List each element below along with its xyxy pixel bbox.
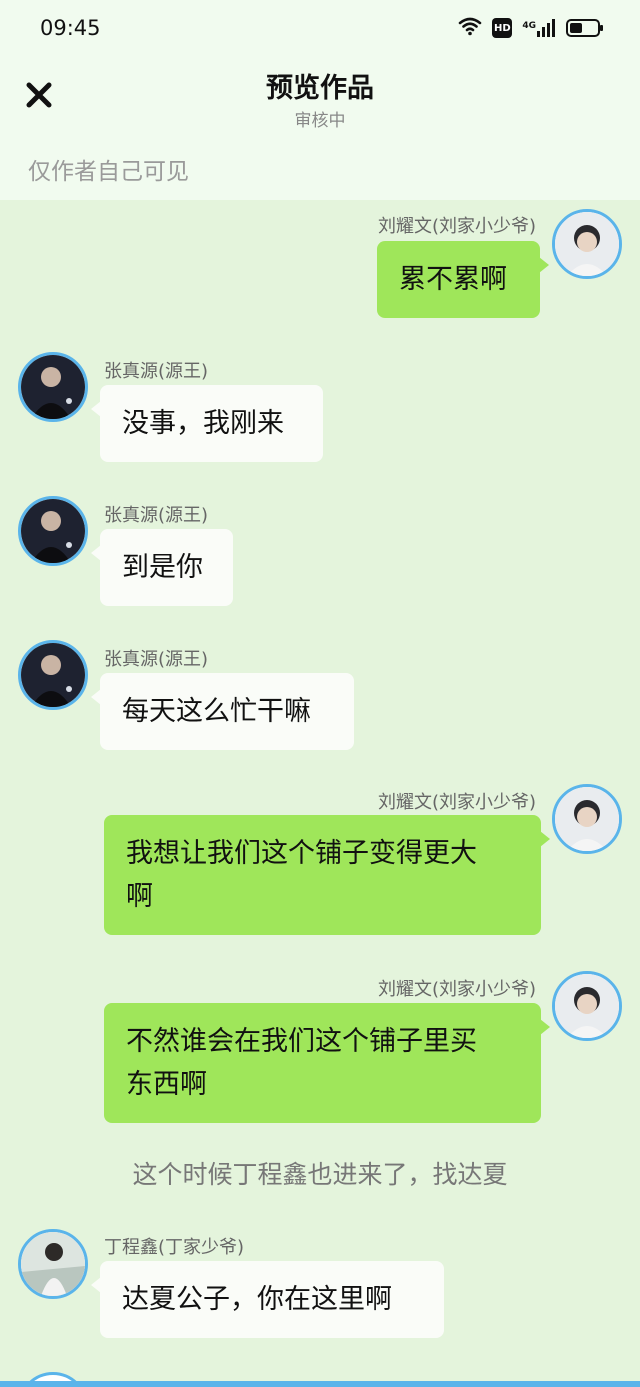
- speaker-name: 刘耀文(刘家小少爷): [377, 979, 536, 1000]
- avatar[interactable]: [18, 352, 88, 422]
- status-icons: HD 4G: [458, 16, 603, 40]
- wifi-icon: [458, 16, 482, 40]
- message-bubble: 达夏公子，你在这里啊: [91, 1261, 444, 1338]
- message-bubble: 累不累啊: [377, 241, 549, 318]
- avatar[interactable]: [18, 496, 88, 566]
- review-status: 审核中: [294, 111, 346, 131]
- message-bubble: 每天这么忙干嘛: [91, 673, 354, 750]
- message-bubble: 到是你: [91, 529, 233, 606]
- message-text-line: 累不累啊: [399, 264, 507, 295]
- battery-level: [570, 23, 582, 33]
- battery-icon: [566, 19, 603, 37]
- message-text-line: 啊: [126, 881, 153, 912]
- visibility-note: 仅作者自己可见: [28, 159, 189, 185]
- message-text-line: 达夏公子，你在这里啊: [122, 1284, 392, 1315]
- message-bubble: 没事，我刚来: [91, 385, 323, 462]
- avatar[interactable]: [552, 209, 622, 279]
- message-text-line: 我想让我们这个铺子变得更大: [126, 838, 477, 869]
- status-time: 09:45: [40, 16, 101, 40]
- message-bubble: 不然谁会在我们这个铺子里买 东西啊: [104, 1003, 550, 1123]
- speaker-name: 张真源(源王): [104, 649, 209, 670]
- header-area: 09:45 HD 4G 预览作品 审核中 仅作者自己可见: [0, 0, 640, 200]
- network-label: 4G: [522, 21, 536, 31]
- message-bubble: 我想让我们这个铺子变得更大 啊: [104, 815, 550, 935]
- page-title: 预览作品: [266, 73, 374, 104]
- message-text-line: 每天这么忙干嘛: [122, 696, 311, 727]
- message-text-line: 东西啊: [126, 1069, 207, 1100]
- message-text-line: 不然谁会在我们这个铺子里买: [126, 1026, 477, 1057]
- status-bar: 09:45 HD 4G: [0, 0, 640, 56]
- avatar[interactable]: [18, 1229, 88, 1299]
- signal-icon: 4G: [522, 18, 556, 38]
- speaker-name: 刘耀文(刘家小少爷): [377, 216, 536, 237]
- scroll-indicator: [0, 1381, 640, 1387]
- avatar[interactable]: [552, 784, 622, 854]
- narration-text: 这个时候丁程鑫也进来了，找达夏: [132, 1160, 508, 1189]
- avatar[interactable]: [552, 971, 622, 1041]
- message-text-line: 没事，我刚来: [122, 408, 284, 439]
- speaker-name: 刘耀文(刘家小少爷): [377, 792, 536, 813]
- speaker-name: 张真源(源王): [104, 361, 209, 382]
- speaker-name: 张真源(源王): [104, 505, 209, 526]
- hd-icon: HD: [492, 18, 513, 38]
- avatar[interactable]: [18, 640, 88, 710]
- speaker-name: 丁程鑫(丁家少爷): [104, 1237, 245, 1258]
- message-text-line: 到是你: [122, 552, 203, 583]
